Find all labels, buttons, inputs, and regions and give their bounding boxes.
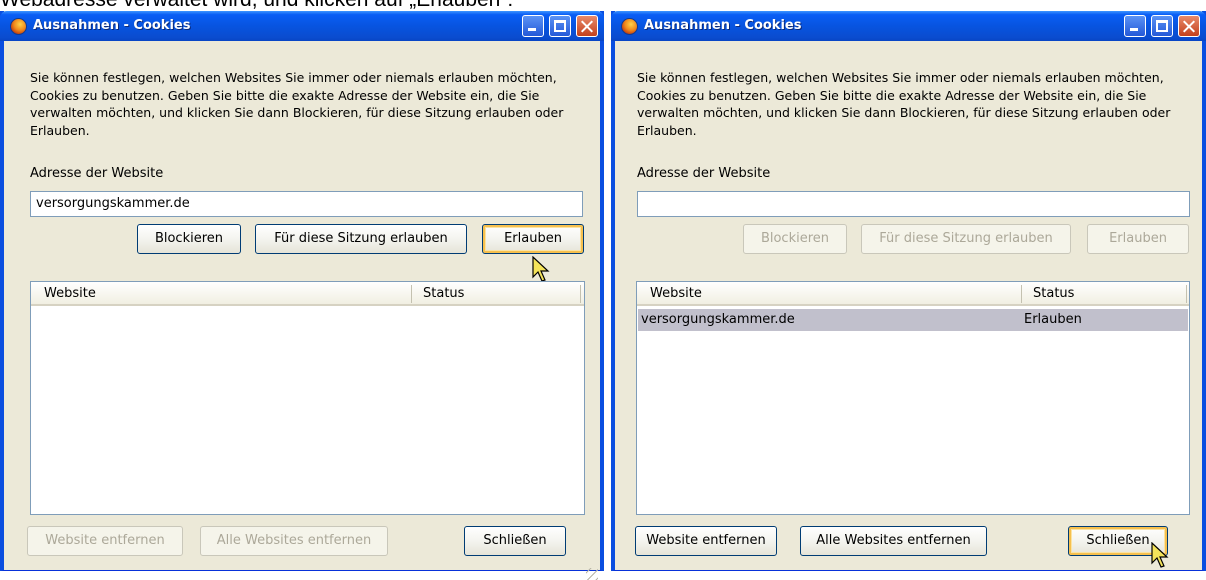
remove-all-websites-button[interactable]: Alle Websites entfernen xyxy=(200,526,388,556)
minimize-button[interactable] xyxy=(1124,15,1146,37)
column-website[interactable]: Website xyxy=(650,286,702,301)
window-title: Ausnahmen - Cookies xyxy=(644,18,802,33)
firefox-icon xyxy=(621,18,638,35)
title-bar[interactable]: Ausnahmen - Cookies xyxy=(0,11,604,41)
remove-all-websites-button[interactable]: Alle Websites entfernen xyxy=(800,526,987,556)
allow-session-button[interactable]: Für diese Sitzung erlauben xyxy=(255,224,467,254)
exceptions-list[interactable]: Website Status versorgungskammer.de Erla… xyxy=(636,281,1190,515)
column-divider[interactable] xyxy=(580,285,581,303)
address-label: Adresse der Website xyxy=(30,166,164,181)
intro-text: Sie können festlegen, welchen Websites S… xyxy=(637,70,1171,138)
intro-text: Sie können festlegen, welchen Websites S… xyxy=(30,70,564,138)
column-divider[interactable] xyxy=(1021,285,1022,303)
exceptions-list[interactable]: Website Status xyxy=(30,281,585,515)
close-button[interactable] xyxy=(1178,15,1200,37)
firefox-icon xyxy=(10,18,27,35)
remove-website-button[interactable]: Website entfernen xyxy=(27,526,183,556)
mouse-pointer-icon xyxy=(532,256,550,282)
close-icon xyxy=(1179,16,1199,36)
resize-grip[interactable] xyxy=(586,568,598,580)
column-divider[interactable] xyxy=(411,285,412,303)
column-status[interactable]: Status xyxy=(423,286,464,301)
block-button[interactable]: Blockieren xyxy=(743,224,847,254)
close-icon xyxy=(577,16,597,36)
remove-website-button[interactable]: Website entfernen xyxy=(635,526,777,556)
row-status: Erlauben xyxy=(1024,312,1082,327)
list-header: Website Status xyxy=(31,282,584,306)
row-website: versorgungskammer.de xyxy=(641,312,795,327)
block-button[interactable]: Blockieren xyxy=(137,224,241,254)
list-row[interactable]: versorgungskammer.de Erlauben xyxy=(638,309,1188,331)
title-bar[interactable]: Ausnahmen - Cookies xyxy=(611,11,1206,41)
minimize-icon xyxy=(1125,16,1145,36)
column-status[interactable]: Status xyxy=(1033,286,1074,301)
mouse-pointer-icon xyxy=(1151,542,1169,568)
minimize-button[interactable] xyxy=(522,15,544,37)
address-label: Adresse der Website xyxy=(637,166,771,181)
maximize-button[interactable] xyxy=(1151,15,1173,37)
maximize-button[interactable] xyxy=(549,15,571,37)
allow-button[interactable]: Erlauben xyxy=(1087,224,1189,254)
list-header: Website Status xyxy=(637,282,1189,306)
column-divider[interactable] xyxy=(1186,285,1187,303)
minimize-icon xyxy=(523,16,543,36)
window-title: Ausnahmen - Cookies xyxy=(33,18,191,33)
column-website[interactable]: Website xyxy=(44,286,96,301)
close-button[interactable] xyxy=(576,15,598,37)
allow-session-button[interactable]: Für diese Sitzung erlauben xyxy=(861,224,1071,254)
address-input[interactable]: versorgungskammer.de xyxy=(30,191,583,217)
cookie-exceptions-dialog: Ausnahmen - Cookies Sie können festlegen… xyxy=(0,11,604,580)
close-dialog-button[interactable]: Schließen xyxy=(464,526,566,556)
allow-button[interactable]: Erlauben xyxy=(482,224,584,254)
cookie-exceptions-dialog: Ausnahmen - Cookies Sie können festlegen… xyxy=(611,11,1206,571)
maximize-icon xyxy=(550,16,570,36)
address-input[interactable] xyxy=(637,191,1190,217)
maximize-icon xyxy=(1152,16,1172,36)
